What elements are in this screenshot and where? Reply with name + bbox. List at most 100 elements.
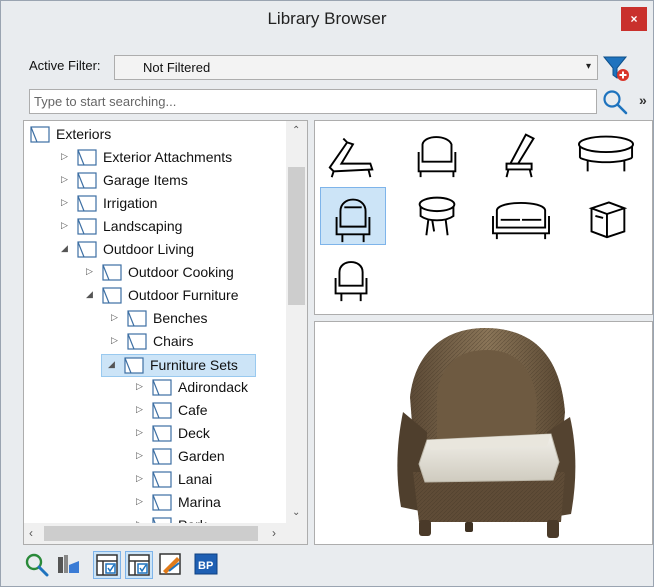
tree-item-label: Garage Items: [103, 172, 188, 188]
scroll-down-icon[interactable]: ⌄: [292, 507, 300, 518]
expand-icon[interactable]: ▷: [61, 151, 71, 162]
expand-icon[interactable]: ▷: [61, 220, 71, 231]
library-objects-icon: [58, 555, 79, 573]
preview-panel: [314, 321, 653, 545]
horizontal-scrollbar[interactable]: ‹ ›: [24, 523, 286, 544]
toolbar-button[interactable]: [157, 551, 185, 579]
tree-item-label: Exteriors: [56, 126, 112, 142]
tree-item-label: Garden: [178, 448, 225, 464]
expand-icon[interactable]: ▷: [136, 496, 146, 507]
library-tree: Exteriors ▷ Exterior Attachments ▷ Garage It…: [23, 120, 308, 545]
side-table-icon: [588, 201, 628, 239]
expand-icon[interactable]: ▷: [136, 473, 146, 484]
library-thumbnail[interactable]: [320, 125, 386, 183]
toolbar-button[interactable]: [55, 551, 83, 579]
wicker-chair-small-icon: [334, 261, 368, 302]
title-bar[interactable]: Library Browser ×: [1, 1, 653, 37]
folder-icon: [124, 356, 144, 375]
folder-icon: [152, 470, 172, 489]
library-thumbnail[interactable]: [574, 187, 640, 245]
wicker-armchair-icon: [417, 136, 457, 178]
library-browser-window: Library Browser × Active Filter: Not Fil…: [0, 0, 654, 587]
folder-icon: [152, 493, 172, 512]
folder-icon: [77, 148, 97, 167]
toolbar-button[interactable]: [125, 551, 153, 579]
library-thumbnail[interactable]: [320, 249, 386, 307]
vertical-scroll-thumb[interactable]: [288, 167, 305, 305]
folder-icon: [152, 447, 172, 466]
search-row: »: [1, 88, 653, 116]
folder-icon: [127, 309, 147, 328]
collapse-icon[interactable]: ◢: [86, 289, 96, 300]
folder-icon: [102, 263, 122, 282]
scroll-left-icon[interactable]: ‹: [29, 526, 33, 540]
tree-item-label: Irrigation: [103, 195, 158, 211]
collapse-icon[interactable]: ◢: [61, 243, 71, 254]
chaise-lounge-icon: [328, 137, 374, 178]
expand-icon[interactable]: ▷: [136, 404, 146, 415]
folder-icon: [127, 332, 147, 351]
active-filter-dropdown[interactable]: Not Filtered ▾: [114, 55, 598, 80]
expand-icon[interactable]: ▷: [61, 197, 71, 208]
expand-icon[interactable]: ▷: [111, 335, 121, 346]
folder-icon: [77, 194, 97, 213]
bottom-toolbar: BP: [23, 549, 643, 583]
library-thumbnail[interactable]: [489, 125, 555, 183]
expand-icon[interactable]: ▷: [136, 381, 146, 392]
tree-item-label: Outdoor Living: [103, 241, 195, 257]
scroll-right-icon[interactable]: ›: [272, 526, 276, 540]
expand-icon[interactable]: ▷: [86, 266, 96, 277]
close-button[interactable]: ×: [621, 7, 647, 31]
folder-icon: [152, 401, 172, 420]
expand-icon[interactable]: ▷: [136, 427, 146, 438]
tree-item-label: Lanai: [178, 471, 213, 487]
tree-item-label: Exterior Attachments: [103, 149, 233, 165]
tree-item-label: Deck: [178, 425, 210, 441]
horizontal-scroll-thumb[interactable]: [44, 526, 258, 541]
active-filter-label: Active Filter:: [29, 58, 101, 73]
folder-icon: [30, 125, 50, 144]
svg-text:BP: BP: [198, 560, 213, 572]
tree-item-label: Marina: [178, 494, 221, 510]
folder-icon: [77, 217, 97, 236]
sofa-icon: [492, 202, 550, 240]
library-thumbnail[interactable]: [574, 125, 640, 183]
filter-view-alt-icon: [128, 554, 150, 576]
toolbar-button[interactable]: [23, 551, 51, 579]
expand-icon[interactable]: ▷: [61, 174, 71, 185]
tree-item-label: Adirondack: [178, 379, 249, 395]
tree-item-label: Cafe: [178, 402, 208, 418]
thumbnail-grid: [314, 120, 653, 315]
folder-icon: [152, 378, 172, 397]
search-input[interactable]: [29, 89, 597, 114]
add-filter-icon[interactable]: [601, 53, 631, 83]
library-thumbnail[interactable]: [320, 187, 386, 245]
folder-icon: [77, 171, 97, 190]
tree-item-label: Benches: [153, 310, 208, 326]
vertical-scrollbar[interactable]: ⌃ ⌄: [286, 121, 307, 523]
filter-view-icon: [96, 554, 118, 576]
toolbar-button[interactable]: BP: [193, 551, 221, 579]
search-icon[interactable]: [601, 88, 629, 116]
expand-icon[interactable]: ▷: [136, 450, 146, 461]
window-title: Library Browser: [267, 9, 387, 28]
wicker-chair-preview-image: [397, 328, 576, 538]
tree-item[interactable]: ◢ Furniture Sets: [101, 354, 256, 377]
expand-panel-icon[interactable]: »: [639, 92, 647, 108]
toolbar-button[interactable]: [93, 551, 121, 579]
library-thumbnail[interactable]: [489, 187, 555, 245]
coffee-table-icon: [578, 135, 634, 172]
library-thumbnail[interactable]: [405, 125, 471, 183]
tree-item-label: Furniture Sets: [150, 357, 238, 373]
library-thumbnail[interactable]: [405, 187, 471, 245]
tree-item-label: Outdoor Cooking: [128, 264, 234, 280]
tree-item-label: Outdoor Furniture: [128, 287, 239, 303]
bp-icon: BP: [194, 553, 218, 575]
zoom-refresh-icon: [25, 553, 49, 577]
wicker-chair-icon: [335, 198, 371, 243]
tree-item-label: Chairs: [153, 333, 194, 349]
expand-icon[interactable]: ▷: [111, 312, 121, 323]
scroll-up-icon[interactable]: ⌃: [292, 125, 300, 136]
active-filter-value: Not Filtered: [143, 60, 211, 75]
collapse-icon[interactable]: ◢: [108, 359, 118, 370]
